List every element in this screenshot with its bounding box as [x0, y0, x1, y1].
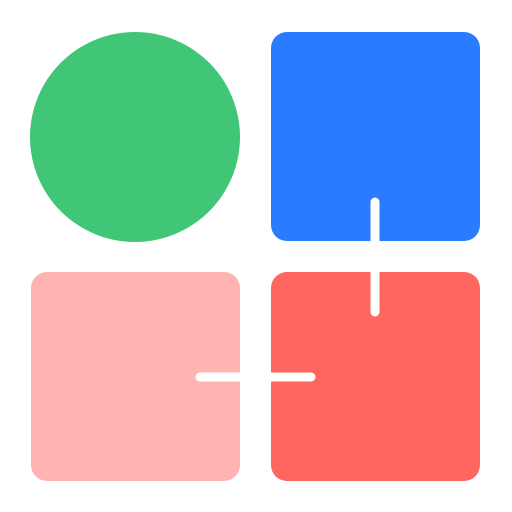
logo-canvas	[0, 0, 512, 512]
four-shapes-grid-logo-icon	[30, 32, 480, 481]
green-circle-shape	[30, 32, 240, 242]
